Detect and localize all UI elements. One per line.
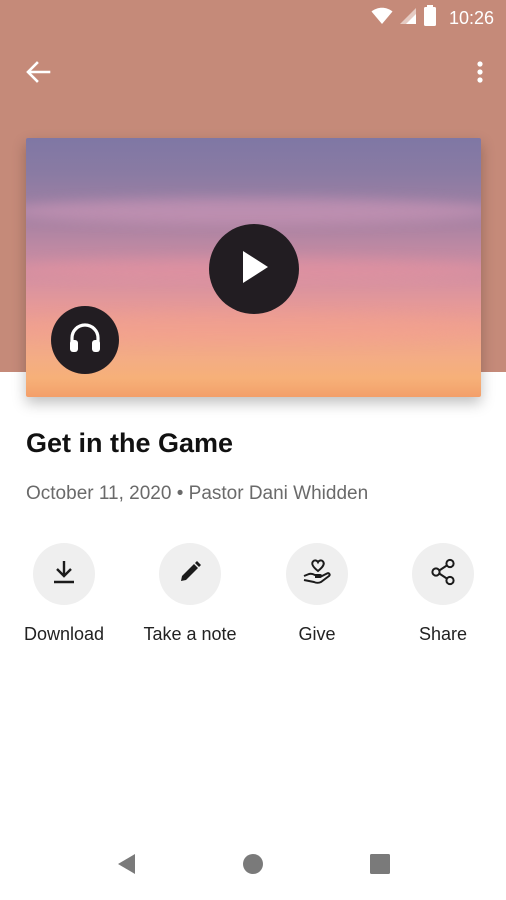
download-icon xyxy=(51,559,77,590)
give-button[interactable]: Give xyxy=(252,543,382,645)
sermon-title: Get in the Game xyxy=(26,428,234,458)
give-circle xyxy=(286,543,348,605)
back-button[interactable] xyxy=(16,56,60,92)
take-note-label: Take a note xyxy=(143,624,237,644)
nav-home-button[interactable] xyxy=(238,853,268,880)
nav-recents-button[interactable] xyxy=(365,853,395,880)
cell-signal-icon xyxy=(399,7,417,30)
status-icons: 10:26 xyxy=(371,4,494,32)
listen-audio-button[interactable] xyxy=(51,306,119,374)
app-bar xyxy=(0,48,506,100)
play-icon xyxy=(237,248,271,291)
arrow-left-icon xyxy=(25,60,51,89)
give-label: Give xyxy=(298,624,336,644)
heart-hand-icon xyxy=(302,558,332,591)
status-time: 10:26 xyxy=(448,7,494,28)
battery-icon xyxy=(423,4,437,32)
wifi-icon xyxy=(371,7,393,30)
play-button[interactable] xyxy=(209,224,299,314)
share-label: Share xyxy=(418,624,468,644)
share-icon xyxy=(429,558,457,591)
nav-back-button[interactable] xyxy=(111,852,141,881)
download-label: Download xyxy=(23,624,105,644)
take-note-button[interactable]: Take a note xyxy=(125,543,255,645)
sermon-speaker: Pastor Dani Whidden xyxy=(188,483,369,504)
nav-back-icon xyxy=(115,852,137,881)
take-note-circle xyxy=(159,543,221,605)
pencil-icon xyxy=(178,560,202,589)
meta-separator: • xyxy=(176,483,184,504)
sermon-meta: October 11, 2020 • Pastor Dani Whidden xyxy=(26,483,368,505)
cloud-streak xyxy=(26,198,481,224)
nav-home-icon xyxy=(242,853,264,880)
status-bar: 10:26 xyxy=(0,0,506,36)
sermon-date: October 11, 2020 xyxy=(26,483,172,504)
headphones-icon xyxy=(68,322,102,359)
share-circle xyxy=(412,543,474,605)
nav-recents-icon xyxy=(369,853,391,880)
more-vertical-icon xyxy=(476,60,484,89)
system-navigation-bar xyxy=(0,836,506,896)
share-button[interactable]: Share xyxy=(378,543,506,645)
more-options-button[interactable] xyxy=(466,56,494,92)
download-button[interactable]: Download xyxy=(0,543,129,645)
sermon-media-thumbnail[interactable] xyxy=(26,138,481,397)
download-circle xyxy=(33,543,95,605)
